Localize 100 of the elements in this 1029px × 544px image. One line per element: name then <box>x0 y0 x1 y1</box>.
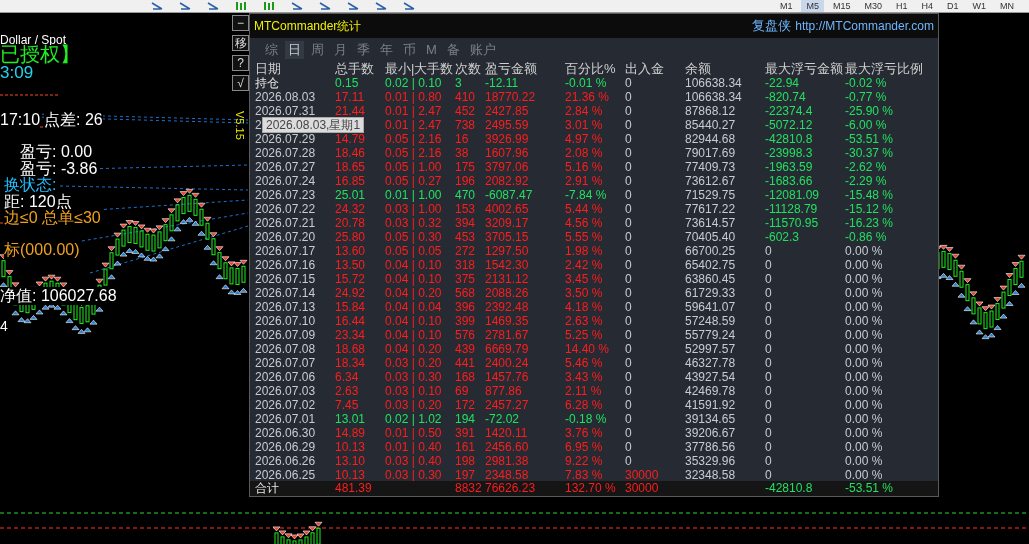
column-header: 盈亏金额 <box>485 61 537 76</box>
table-cell: 0.00 % <box>845 370 883 384</box>
table-cell: 481.39 <box>335 481 372 496</box>
timeframe-tab[interactable]: M1 <box>774 0 798 12</box>
table-cell: 0 <box>765 244 772 258</box>
table-cell: -72.02 <box>485 412 520 426</box>
table-cell: -12.11 <box>485 76 519 90</box>
timeframe-tab[interactable]: M15 <box>827 0 856 12</box>
table-cell: 394 <box>455 216 476 230</box>
table-cell: -23998.3 <box>765 146 813 160</box>
table-cell: 0.02 | 1.02 <box>385 412 442 426</box>
table-cell: 6.34 <box>335 370 359 384</box>
table-cell: 0.04 | 0.10 <box>385 272 442 286</box>
table-cell: 576 <box>455 328 476 342</box>
period-tab[interactable]: 年 <box>377 41 396 59</box>
table-cell: 13.01 <box>335 412 366 426</box>
table-cell: 2026.07.07 <box>255 356 316 370</box>
table-cell: 5.25 % <box>565 328 603 342</box>
period-tab[interactable]: 周 <box>308 41 327 59</box>
table-cell: 30000 <box>625 481 659 496</box>
table-cell: 194 <box>455 412 476 426</box>
table-cell: 0.04 | 0.20 <box>385 342 442 356</box>
panel-button[interactable]: − <box>232 15 249 31</box>
version-label: V5.15 <box>234 111 246 140</box>
table-cell: 32348.58 <box>685 468 736 482</box>
table-cell: 18770.22 <box>485 90 536 104</box>
period-tab[interactable]: 备 <box>443 41 463 59</box>
table-cell: 2.63 <box>335 384 359 398</box>
table-cell: -0.02 % <box>845 76 887 90</box>
table-cell: 0.01 | 0.50 <box>385 426 442 440</box>
table-cell: 59641.07 <box>685 300 736 314</box>
table-cell: 79017.69 <box>685 146 736 160</box>
table-cell: 175 <box>455 160 476 174</box>
table-cell: 0 <box>625 146 632 160</box>
table-cell: 87868.12 <box>685 104 736 118</box>
table-cell: 0.05 | 0.27 <box>385 174 442 188</box>
panel-button[interactable]: 移 <box>232 35 249 51</box>
period-tab[interactable]: 日 <box>285 41 304 59</box>
table-cell: 0.05 | 1.00 <box>385 160 442 174</box>
period-tab[interactable]: 账户 <box>466 41 499 59</box>
table-cell: 16 <box>455 132 469 146</box>
table-cell: 0 <box>625 90 632 104</box>
table-cell: 3.43 % <box>565 370 603 384</box>
table-cell: -0.77 % <box>845 90 887 104</box>
table-cell: 0 <box>625 356 632 370</box>
table-cell: 2.11 % <box>565 384 602 398</box>
table-cell: 6.95 % <box>565 440 603 454</box>
table-cell: 2026.07.17 <box>255 244 316 258</box>
table-cell: 0.03 | 1.00 <box>385 202 442 216</box>
table-cell: 0 <box>765 356 772 370</box>
table-cell: -1683.66 <box>765 174 813 188</box>
bar-chart-icon[interactable] <box>234 1 248 11</box>
period-tab[interactable]: 币 <box>400 41 419 59</box>
table-cell: 77617.22 <box>685 202 736 216</box>
table-cell: -22.94 <box>765 76 800 90</box>
timeframe-tab[interactable]: H4 <box>916 0 938 12</box>
candlestick-icon[interactable] <box>262 1 276 11</box>
website-link[interactable]: http://MTCommander.com <box>795 19 934 33</box>
table-cell: 71529.75 <box>685 188 736 202</box>
table-cell: 198 <box>455 454 476 468</box>
table-cell: 0 <box>625 272 632 286</box>
table-cell: 2026.07.15 <box>255 272 316 286</box>
table-cell: 5.55 % <box>565 230 603 244</box>
table-cell: 0 <box>625 76 632 90</box>
table-cell: 439 <box>455 342 476 356</box>
timeframe-tab[interactable]: H1 <box>890 0 913 12</box>
period-tab[interactable]: M <box>423 41 440 59</box>
timeframe-tab[interactable]: W1 <box>967 0 991 12</box>
table-cell: 1420.11 <box>485 426 528 440</box>
panel-button[interactable]: √ <box>232 75 249 91</box>
period-tab[interactable]: 月 <box>331 41 350 59</box>
table-cell: 0.04 | 0.20 <box>385 286 442 300</box>
table-cell: 0 <box>625 440 632 454</box>
table-cell: 2348.58 <box>485 468 529 482</box>
timeframe-tab[interactable]: M5 <box>801 0 824 12</box>
table-cell: 2026.07.24 <box>255 174 316 188</box>
table-cell: 0 <box>765 468 772 482</box>
timeframe-tab[interactable]: D1 <box>942 0 964 12</box>
table-cell: 172 <box>455 398 476 412</box>
panel-button[interactable]: ? <box>232 55 249 71</box>
table-cell: 69 <box>455 384 469 398</box>
table-cell: 2026.07.20 <box>255 230 316 244</box>
table-cell: -16.23 % <box>845 216 894 230</box>
table-cell: 2026.07.21 <box>255 216 316 230</box>
table-cell: 85440.27 <box>685 118 736 132</box>
table-cell: -42810.8 <box>765 132 813 146</box>
table-cell: 0.05 | 2.16 <box>385 146 442 160</box>
period-tab[interactable]: 综 <box>262 41 281 59</box>
table-cell: 1607.96 <box>485 146 529 160</box>
table-cell: 0 <box>625 328 632 342</box>
table-cell: 0 <box>765 398 772 412</box>
table-cell: -820.74 <box>765 90 806 104</box>
table-cell: 441 <box>455 356 476 370</box>
timeframe-tab[interactable]: M30 <box>859 0 887 12</box>
table-cell: 9.22 % <box>565 454 603 468</box>
column-header: 最大浮亏金额 <box>765 61 843 76</box>
table-cell: 21.36 % <box>565 90 610 104</box>
time-text: 17:10 <box>0 111 41 129</box>
timeframe-tab[interactable]: MN <box>995 0 1019 12</box>
period-tab[interactable]: 季 <box>354 41 373 59</box>
